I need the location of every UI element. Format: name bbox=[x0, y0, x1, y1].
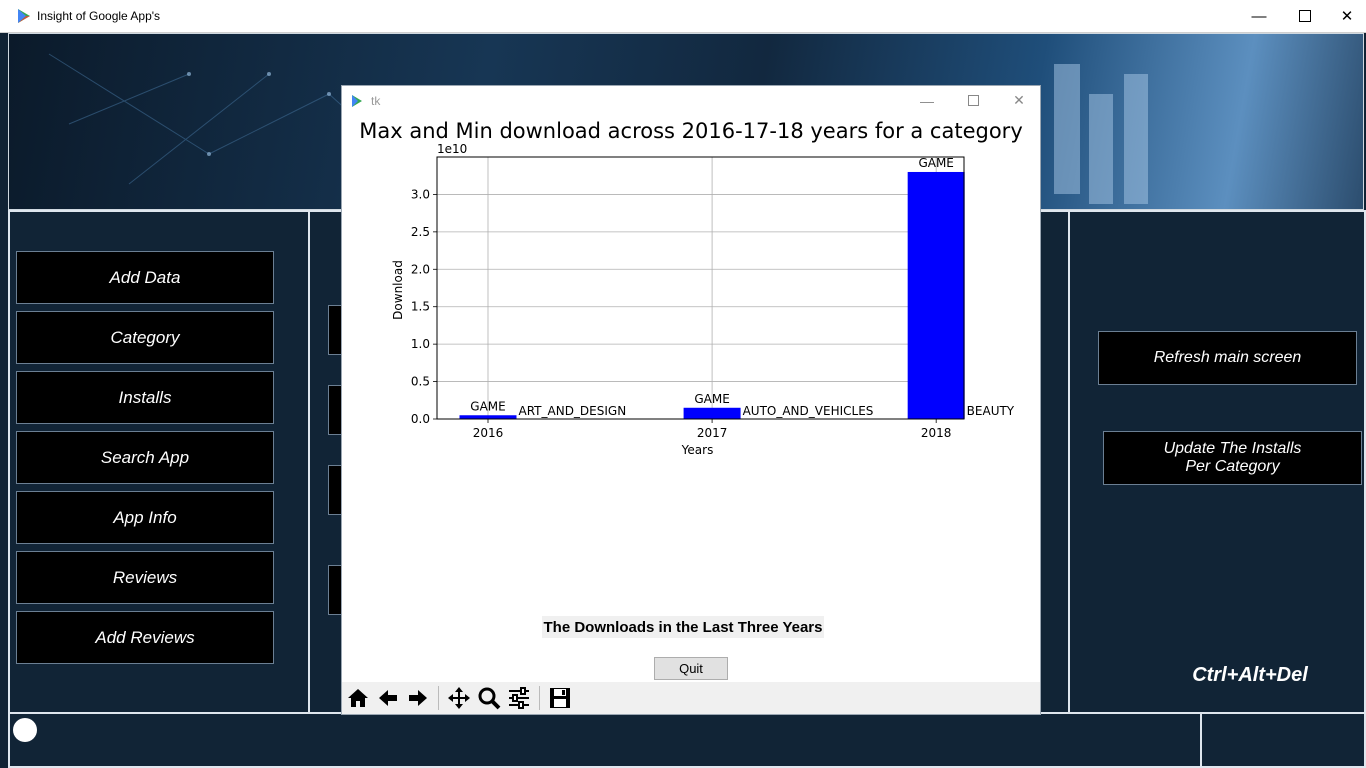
y-tick-label: 1.0 bbox=[411, 337, 430, 351]
y-tick-label: 1.5 bbox=[411, 300, 430, 314]
shortcut-label: Ctrl+Alt+Del bbox=[1192, 664, 1308, 686]
maximize-button[interactable] bbox=[1282, 0, 1328, 32]
bar-label-max: GAME bbox=[694, 392, 729, 406]
main-title-bar: Insight of Google App's — ✕ bbox=[0, 0, 1366, 33]
center-button-1[interactable] bbox=[328, 305, 342, 355]
maximize-icon bbox=[1299, 10, 1311, 22]
reviews-button[interactable]: Reviews bbox=[16, 551, 274, 604]
center-button-2[interactable] bbox=[328, 385, 342, 435]
y-tick-label: 2.0 bbox=[411, 262, 430, 276]
minimize-button[interactable]: — bbox=[1236, 0, 1282, 32]
bottom-right-panel bbox=[1200, 712, 1366, 768]
quit-button[interactable]: Quit bbox=[654, 657, 728, 680]
pan-icon[interactable] bbox=[445, 685, 473, 711]
y-tick-label: 2.5 bbox=[411, 225, 430, 239]
matplotlib-toolbar bbox=[342, 682, 1040, 714]
refresh-main-screen-button[interactable]: Refresh main screen bbox=[1098, 331, 1357, 385]
zoom-icon[interactable] bbox=[475, 685, 503, 711]
bar-max-2018 bbox=[907, 171, 965, 419]
bar-label-max: GAME bbox=[470, 399, 505, 413]
update-installs-line2: Per Category bbox=[1185, 458, 1280, 475]
minimize-icon: — bbox=[1251, 7, 1267, 25]
installs-button[interactable]: Installs bbox=[16, 371, 274, 424]
update-installs-line1: Update The Installs bbox=[1163, 440, 1302, 457]
tk-maximize-button[interactable] bbox=[950, 86, 996, 115]
center-button-3[interactable] bbox=[328, 465, 342, 515]
bar-label-max: GAME bbox=[918, 156, 953, 170]
y-tick-label: 0.0 bbox=[411, 412, 430, 426]
bottom-panel bbox=[8, 712, 1202, 768]
add-reviews-button[interactable]: Add Reviews bbox=[16, 611, 274, 664]
plot-area bbox=[437, 157, 964, 419]
tk-app-icon bbox=[352, 95, 362, 107]
app-info-button[interactable]: App Info bbox=[16, 491, 274, 544]
forward-icon[interactable] bbox=[404, 685, 432, 711]
tk-title-bar: tk — ✕ bbox=[342, 86, 1040, 115]
y-offset-label: 1e10 bbox=[437, 142, 467, 156]
y-tick-label: 3.0 bbox=[411, 187, 430, 201]
center-button-4[interactable] bbox=[328, 565, 342, 615]
minimize-icon: — bbox=[920, 92, 934, 109]
maximize-icon bbox=[967, 95, 979, 106]
close-icon: ✕ bbox=[1340, 8, 1354, 25]
close-icon: ✕ bbox=[1013, 92, 1025, 108]
downloads-caption: The Downloads in the Last Three Years bbox=[542, 616, 824, 638]
x-axis-label: Years bbox=[681, 443, 714, 457]
x-tick-label: 2017 bbox=[697, 426, 728, 440]
tk-close-button[interactable]: ✕ bbox=[996, 86, 1042, 115]
y-tick-label: 0.5 bbox=[411, 375, 430, 389]
tk-window: tk — ✕ Max and Min download across 2016-… bbox=[341, 85, 1041, 715]
search-app-button[interactable]: Search App bbox=[16, 431, 274, 484]
bar-label-min: ART_AND_DESIGN bbox=[519, 404, 627, 418]
category-button[interactable]: Category bbox=[16, 311, 274, 364]
status-circle bbox=[13, 718, 37, 742]
window-title: Insight of Google App's bbox=[37, 9, 161, 23]
home-icon[interactable] bbox=[344, 685, 372, 711]
save-icon[interactable] bbox=[546, 685, 574, 711]
tk-minimize-button[interactable]: — bbox=[904, 86, 950, 115]
y-axis-label: Download bbox=[391, 260, 405, 320]
toolbar-separator bbox=[539, 686, 540, 710]
bar-max-2016 bbox=[459, 415, 517, 419]
bar-label-min: AUTO_AND_VEHICLES bbox=[743, 404, 874, 418]
bar-label-min: BEAUTY bbox=[967, 404, 1015, 418]
download-bar-chart: 0.0 0.5 1.0 1.5 2.0 2.5 3.0 2016 2017 2018 GAME ART… bbox=[391, 142, 1015, 457]
add-data-button[interactable]: Add Data bbox=[16, 251, 274, 304]
x-tick-label: 2018 bbox=[921, 426, 952, 440]
update-installs-button[interactable]: Update The Installs Per Category bbox=[1103, 431, 1362, 485]
back-icon[interactable] bbox=[374, 685, 402, 711]
play-store-icon bbox=[18, 9, 30, 23]
bar-max-2017 bbox=[683, 407, 741, 419]
tk-window-title: tk bbox=[371, 94, 381, 108]
configure-icon[interactable] bbox=[505, 685, 533, 711]
close-button[interactable]: ✕ bbox=[1328, 0, 1366, 32]
toolbar-separator bbox=[438, 686, 439, 710]
x-tick-label: 2016 bbox=[473, 426, 504, 440]
chart-title: Max and Min download across 2016-17-18 y… bbox=[359, 119, 1023, 143]
